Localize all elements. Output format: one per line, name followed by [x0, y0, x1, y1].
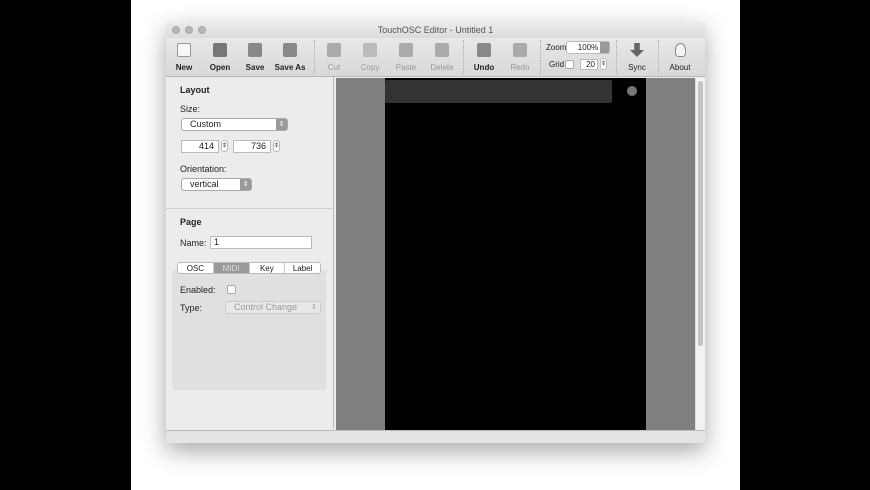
scrollbar-thumb[interactable]	[698, 81, 703, 346]
properties-panel: Layout Size: Custom ⇕ 414 ⇕ 736 ⇕ Orienta…	[166, 77, 334, 429]
button-label: New	[175, 63, 193, 72]
delete-button[interactable]: Delete	[424, 41, 460, 72]
sync-button[interactable]: Sync	[619, 41, 655, 72]
new-document-icon	[177, 43, 191, 57]
button-label: Paste	[395, 63, 417, 72]
window-title: TouchOSC Editor - Untitled 1	[377, 25, 494, 35]
chevron-updown-icon: ⇕	[276, 119, 287, 130]
tab-midi[interactable]: MIDI	[213, 263, 250, 273]
sync-icon	[630, 43, 644, 57]
letterbox-left	[0, 0, 131, 490]
type-value: Control Change	[234, 302, 298, 312]
grid-label: Grid	[549, 60, 565, 69]
page-heading: Page	[180, 217, 202, 227]
about-button[interactable]: About	[662, 41, 698, 72]
tab-key[interactable]: Key	[250, 263, 286, 273]
page-name-input[interactable]: 1	[210, 236, 312, 249]
orientation-value: vertical	[190, 179, 219, 189]
type-select[interactable]: Control Change ⇕	[225, 301, 321, 314]
grid-checkbox[interactable]	[565, 60, 574, 69]
cut-button[interactable]: Cut	[316, 41, 352, 72]
width-input[interactable]: 414	[181, 140, 219, 153]
scissors-icon	[327, 43, 341, 57]
folder-icon	[213, 43, 227, 57]
button-label: Cut	[327, 63, 341, 72]
save-as-button[interactable]: Save As	[272, 41, 308, 72]
layout-heading: Layout	[180, 85, 210, 95]
save-icon	[248, 43, 262, 57]
name-label: Name:	[180, 238, 207, 248]
save-button[interactable]: Save	[237, 41, 273, 72]
vertical-scrollbar[interactable]	[695, 78, 705, 430]
height-stepper[interactable]: ⇕	[273, 140, 280, 152]
letterbox-right	[740, 0, 870, 490]
size-value: Custom	[190, 119, 222, 129]
enabled-checkbox[interactable]	[227, 285, 236, 294]
new-button[interactable]: New	[166, 41, 202, 72]
button-label: Delete	[430, 63, 454, 72]
grid-size-input[interactable]: 20	[580, 59, 598, 70]
width-stepper[interactable]: ⇕	[221, 140, 228, 152]
zoom-value: 100%	[577, 43, 599, 52]
button-label: Redo	[510, 63, 530, 72]
button-label: Undo	[473, 63, 495, 72]
save-as-icon	[283, 43, 297, 57]
close-button[interactable]	[172, 26, 180, 34]
undo-button[interactable]: Undo	[466, 41, 502, 72]
clipboard-icon	[399, 43, 413, 57]
tab-label[interactable]: Label	[285, 263, 320, 273]
delete-icon	[435, 43, 449, 57]
height-input[interactable]: 736	[233, 140, 271, 153]
orientation-label: Orientation:	[180, 164, 227, 174]
chevron-updown-icon: ⇕	[240, 179, 251, 190]
layout-canvas[interactable]	[336, 78, 695, 430]
zoom-label: Zoom	[546, 43, 567, 52]
button-label: Save As	[274, 63, 306, 72]
minimize-button[interactable]	[185, 26, 193, 34]
button-label: Copy	[360, 63, 380, 72]
status-bar	[166, 430, 705, 443]
redo-button[interactable]: Redo	[502, 41, 538, 72]
button-label: Open	[209, 63, 231, 72]
grid-stepper[interactable]: ⇕	[600, 58, 607, 70]
undo-icon	[477, 43, 491, 57]
open-button[interactable]: Open	[202, 41, 238, 72]
page-indicator-dot[interactable]	[627, 86, 637, 96]
about-label: About	[669, 63, 691, 72]
sync-label: Sync	[628, 63, 646, 72]
button-label: Save	[245, 63, 265, 72]
orientation-select[interactable]: vertical ⇕	[181, 178, 252, 191]
page-tabs: OSC MIDI Key Label	[177, 262, 321, 274]
lightbulb-icon	[674, 43, 686, 57]
size-label: Size:	[180, 104, 201, 114]
toolbar: Zoom 100% Grid 20 ⇕ Sync About New Open Sa…	[166, 38, 705, 77]
redo-icon	[513, 43, 527, 57]
copy-button[interactable]: Copy	[352, 41, 388, 72]
paste-button[interactable]: Paste	[388, 41, 424, 72]
zoom-select[interactable]: 100%	[566, 41, 610, 54]
zoom-button[interactable]	[198, 26, 206, 34]
app-window: TouchOSC Editor - Untitled 1 Zoom 100% G…	[166, 22, 705, 443]
page-tab-bar[interactable]	[385, 80, 612, 103]
enabled-label: Enabled:	[180, 285, 216, 295]
device-screen[interactable]	[385, 78, 646, 430]
size-select[interactable]: Custom ⇕	[181, 118, 288, 131]
title-bar: TouchOSC Editor - Untitled 1	[166, 22, 705, 38]
type-label: Type:	[180, 303, 203, 313]
tab-osc[interactable]: OSC	[178, 263, 214, 273]
copy-icon	[363, 43, 377, 57]
divider	[166, 208, 333, 209]
